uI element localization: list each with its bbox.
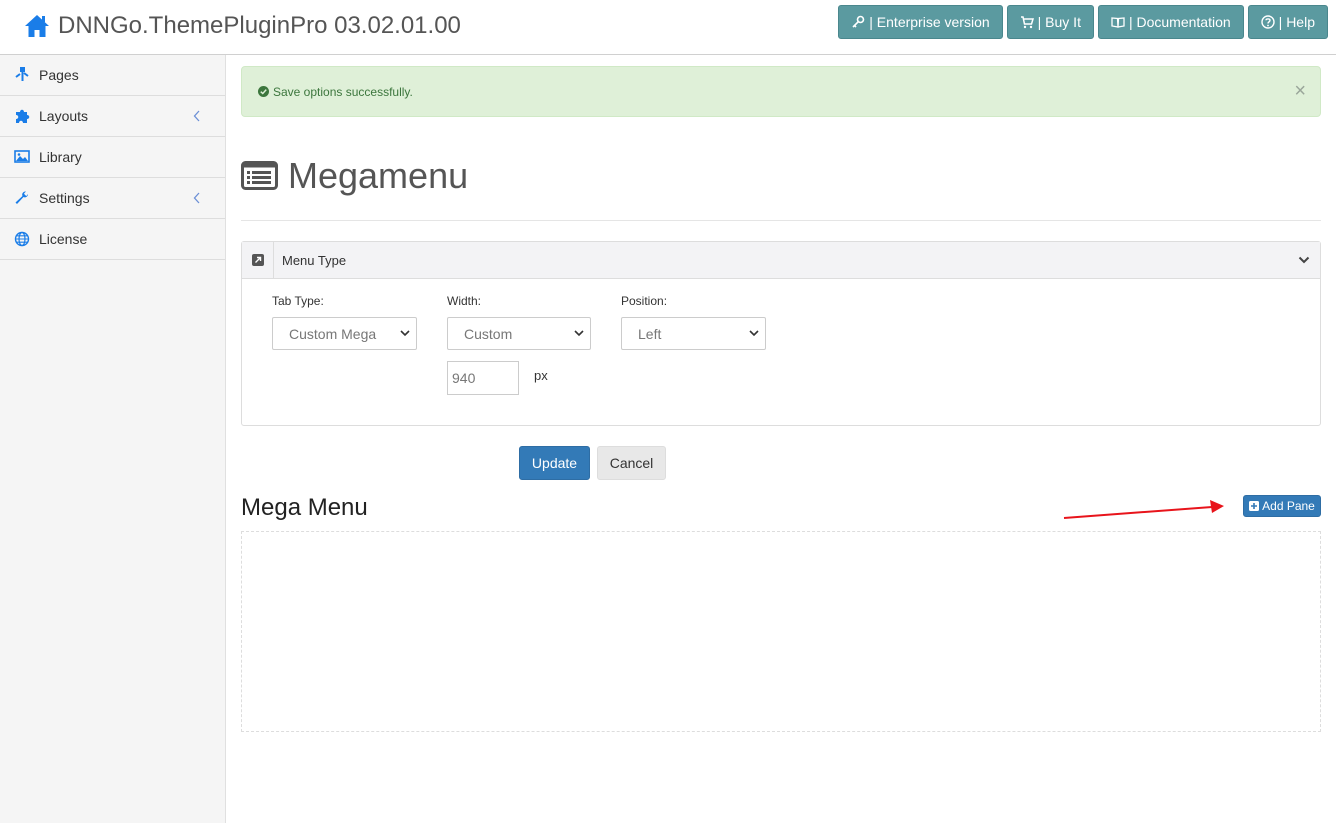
sidebar-item-pages[interactable]: Pages	[0, 55, 225, 96]
brand[interactable]: DNNGo.ThemePluginPro 03.02.01.00	[24, 11, 461, 41]
mega-menu-title: Mega Menu	[241, 494, 368, 521]
sidebar-item-label: Layouts	[39, 108, 89, 124]
sidebar-item-license[interactable]: License	[0, 219, 225, 260]
sidebar-item-label: Settings	[39, 190, 90, 206]
cart-icon	[1020, 16, 1034, 29]
buy-it-label: | Buy It	[1037, 14, 1081, 30]
position-select[interactable]: Left	[621, 317, 766, 350]
question-icon	[1260, 15, 1275, 29]
panel-title: Menu Type	[282, 252, 347, 268]
home-icon	[25, 15, 49, 37]
panel-icon-box	[242, 242, 274, 278]
enterprise-version-label: | Enterprise version	[869, 14, 990, 30]
plus-square-icon	[1249, 501, 1260, 511]
chevron-left-icon	[193, 110, 200, 122]
wrench-icon	[15, 191, 28, 204]
globe-icon	[14, 231, 30, 247]
puzzle-icon	[16, 109, 30, 123]
page-header: Megamenu	[241, 155, 1321, 221]
width-px-input[interactable]: 940	[447, 361, 519, 395]
external-link-icon	[251, 254, 264, 266]
page-title: Megamenu	[288, 155, 469, 196]
mega-menu-pane-area[interactable]	[241, 531, 1321, 732]
app-title: DNNGo.ThemePluginPro 03.02.01.00	[58, 12, 461, 39]
position-value: Left	[638, 325, 662, 342]
cancel-button[interactable]: Cancel	[597, 446, 666, 480]
chevron-down-icon[interactable]	[1298, 255, 1310, 265]
tab-type-select[interactable]: Custom Mega M	[272, 317, 417, 350]
chevron-down-icon	[574, 330, 584, 337]
sidebar-item-label: Pages	[39, 67, 79, 83]
sidebar-item-settings[interactable]: Settings	[0, 178, 225, 219]
annotation-arrow	[1063, 500, 1224, 519]
sidebar-item-label: License	[39, 231, 88, 247]
documentation-button[interactable]: | Documentation	[1097, 5, 1244, 39]
header-button-group: | Enterprise version | Buy It | Document…	[838, 5, 1328, 39]
sitemap-icon	[15, 67, 29, 81]
sidebar-item-layouts[interactable]: Layouts	[0, 96, 225, 137]
documentation-label: | Documentation	[1128, 14, 1231, 30]
alert-message: Save options successfully.	[273, 84, 413, 99]
add-pane-button[interactable]: Add Pane	[1243, 495, 1321, 517]
book-icon	[1111, 17, 1125, 28]
px-unit-label: px	[534, 368, 548, 383]
help-button[interactable]: | Help	[1247, 5, 1328, 39]
top-header: DNNGo.ThemePluginPro 03.02.01.00 | Enter…	[0, 0, 1336, 55]
menu-type-panel-header[interactable]: Menu Type	[242, 242, 1320, 279]
check-circle-icon	[258, 86, 269, 97]
buy-it-button[interactable]: | Buy It	[1006, 5, 1094, 39]
chevron-down-icon	[400, 330, 410, 337]
tab-type-value: Custom Mega M	[289, 325, 380, 342]
success-alert: Save options successfully. ×	[241, 66, 1321, 117]
tab-type-label: Tab Type:	[272, 294, 324, 308]
sidebar-item-label: Library	[39, 149, 82, 165]
list-alt-icon	[241, 161, 278, 190]
key-icon	[852, 15, 865, 28]
position-label: Position:	[621, 294, 668, 308]
add-pane-label: Add Pane	[1262, 499, 1315, 513]
enterprise-version-button[interactable]: | Enterprise version	[838, 5, 1003, 39]
update-button[interactable]: Update	[519, 446, 590, 480]
help-label: | Help	[1278, 14, 1315, 30]
width-value: Custom	[464, 325, 513, 342]
sidebar: Pages Layouts Library Settings License	[0, 55, 226, 823]
sidebar-item-library[interactable]: Library	[0, 137, 225, 178]
image-icon	[14, 150, 30, 163]
chevron-left-icon	[193, 192, 200, 204]
width-label: Width:	[447, 294, 482, 308]
width-select[interactable]: Custom	[447, 317, 591, 350]
alert-close-button[interactable]: ×	[1294, 81, 1306, 101]
width-px-value: 940	[452, 370, 476, 386]
chevron-down-icon	[749, 330, 759, 337]
